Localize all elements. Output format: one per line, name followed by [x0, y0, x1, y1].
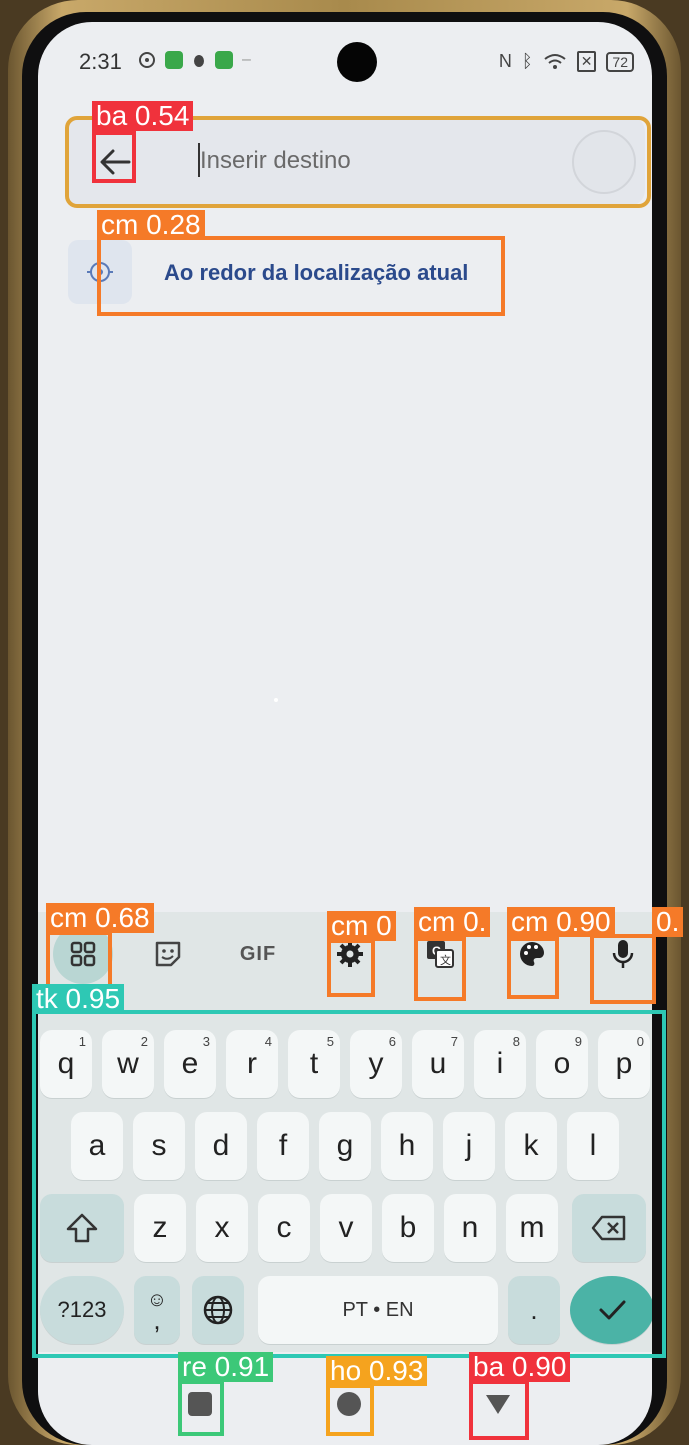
detection-box-recents — [178, 1380, 224, 1436]
detection-label: tk 0.95 — [32, 984, 125, 1014]
notification-icons: – — [138, 51, 251, 69]
detection-label: ba 0.90 — [469, 1352, 571, 1382]
detection-label: 0. — [652, 907, 684, 937]
detection-label: cm 0.90 — [507, 907, 615, 937]
detection-label: cm 0. — [414, 907, 491, 937]
front-camera — [337, 42, 377, 82]
detection-box-keyboard — [32, 1010, 666, 1358]
detection-box-home — [326, 1384, 374, 1436]
gif-button[interactable]: GIF — [228, 924, 288, 984]
detection-label: re 0.91 — [178, 1352, 274, 1382]
sticker-icon[interactable] — [138, 924, 198, 984]
detection-box-back-nav — [469, 1380, 529, 1440]
detection-label: cm 0.28 — [97, 210, 205, 240]
bug-icon — [194, 55, 204, 67]
battery-icon: 72 — [606, 51, 634, 72]
status-time: 2:31 — [79, 49, 122, 74]
bluetooth-icon: ᛒ — [521, 51, 533, 71]
detection-label: ba 0.54 — [92, 101, 194, 131]
app-notification-icon-2 — [215, 51, 233, 69]
detection-label: cm 0 — [327, 911, 396, 941]
detection-box-gear — [327, 939, 375, 997]
sim-icon: ✕ — [576, 51, 597, 72]
detection-box-mic — [590, 934, 656, 1004]
touch-indicator — [274, 698, 278, 702]
location-icon — [139, 52, 155, 68]
detection-box-translate — [414, 937, 466, 1001]
nfc-icon: N — [498, 51, 512, 71]
detection-label: ho 0.93 — [326, 1356, 428, 1386]
wifi-icon — [544, 53, 566, 69]
app-notification-icon — [165, 51, 183, 69]
system-status-icons: N ᛒ ✕ 72 — [499, 51, 634, 72]
status-bar: 2:31 – N ᛒ ✕ 72 — [38, 22, 652, 97]
more-notifications-icon: – — [242, 51, 251, 68]
detection-box-location — [97, 236, 505, 316]
detection-box-palette — [507, 937, 559, 999]
detection-label: cm 0.68 — [46, 903, 154, 933]
detection-box-back — [92, 131, 136, 183]
